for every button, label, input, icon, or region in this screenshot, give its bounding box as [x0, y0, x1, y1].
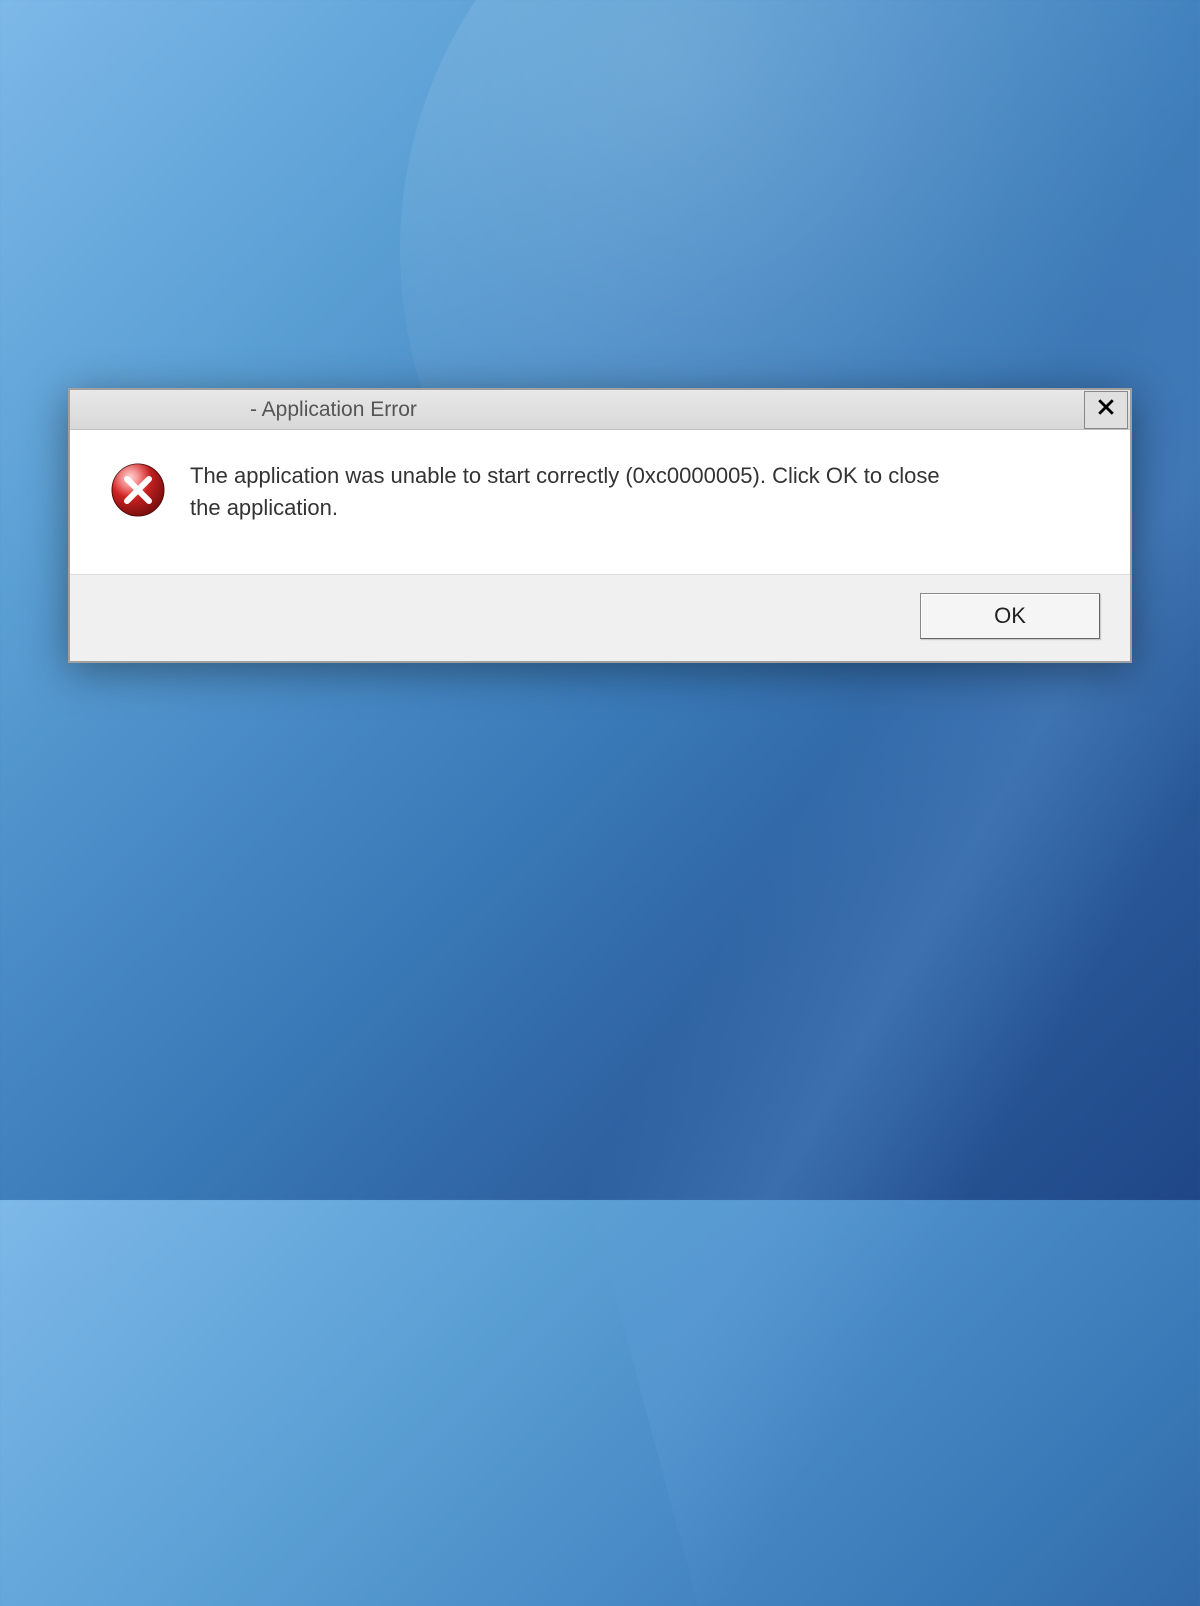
error-message-text: The application was unable to start corr…	[190, 460, 970, 524]
close-icon	[1097, 398, 1115, 421]
dialog-footer: OK	[70, 574, 1130, 661]
error-icon	[110, 462, 166, 523]
desktop-background-curve	[336, 0, 1200, 1606]
dialog-titlebar[interactable]: - Application Error	[70, 390, 1130, 430]
close-button[interactable]	[1084, 391, 1128, 429]
dialog-title: - Application Error	[250, 398, 417, 422]
error-dialog: - Application Error	[68, 388, 1132, 663]
ok-button[interactable]: OK	[920, 593, 1100, 639]
dialog-body: The application was unable to start corr…	[70, 430, 1130, 574]
